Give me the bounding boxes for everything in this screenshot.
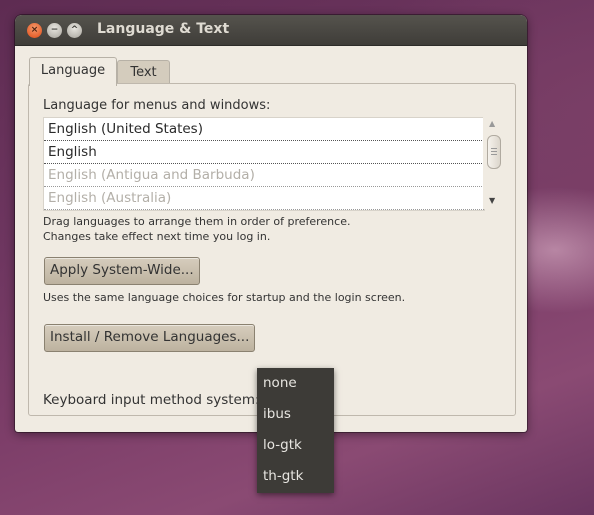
scroll-up-icon[interactable]: ▲ bbox=[489, 119, 495, 128]
keyboard-input-method-label: Keyboard input method system: bbox=[43, 392, 260, 408]
tab-language[interactable]: Language bbox=[29, 57, 117, 86]
apply-system-wide-button[interactable]: Apply System-Wide... bbox=[44, 257, 200, 285]
close-icon[interactable]: × bbox=[27, 23, 42, 38]
minimize-icon[interactable]: − bbox=[47, 23, 62, 38]
scroll-thumb[interactable] bbox=[487, 135, 501, 169]
maximize-icon[interactable]: ^ bbox=[67, 23, 82, 38]
grip-line bbox=[491, 148, 497, 149]
apply-hint: Uses the same language choices for start… bbox=[43, 291, 406, 304]
menu-item-ibus[interactable]: ibus bbox=[257, 399, 334, 430]
menu-item-lo-gtk[interactable]: lo-gtk bbox=[257, 430, 334, 461]
scroll-down-icon[interactable]: ▼ bbox=[489, 196, 495, 205]
language-list-scrollbar[interactable]: ▲ ▼ bbox=[483, 117, 503, 209]
input-method-dropdown-menu[interactable]: none ibus lo-gtk th-gtk bbox=[257, 368, 334, 493]
list-item[interactable]: English bbox=[44, 141, 484, 164]
language-panel: Language for menus and windows: English … bbox=[28, 83, 516, 416]
menu-item-none[interactable]: none bbox=[257, 368, 334, 399]
language-section-label: Language for menus and windows: bbox=[43, 98, 271, 113]
grip-line bbox=[491, 154, 497, 155]
titlebar[interactable]: × − ^ Language & Text bbox=[15, 15, 527, 46]
install-remove-languages-button[interactable]: Install / Remove Languages... bbox=[44, 324, 256, 352]
grip-line bbox=[491, 151, 497, 152]
drag-hint: Drag languages to arrange them in order … bbox=[43, 215, 351, 228]
language-list[interactable]: English (United States) English English … bbox=[43, 117, 485, 211]
window-title: Language & Text bbox=[97, 21, 230, 37]
list-item[interactable]: English (United States) bbox=[44, 118, 484, 141]
restart-hint: Changes take effect next time you log in… bbox=[43, 230, 271, 243]
menu-item-th-gtk[interactable]: th-gtk bbox=[257, 461, 334, 492]
tab-text[interactable]: Text bbox=[117, 60, 170, 84]
list-item[interactable]: English (Australia) bbox=[44, 187, 484, 210]
list-item[interactable]: English (Antigua and Barbuda) bbox=[44, 164, 484, 187]
